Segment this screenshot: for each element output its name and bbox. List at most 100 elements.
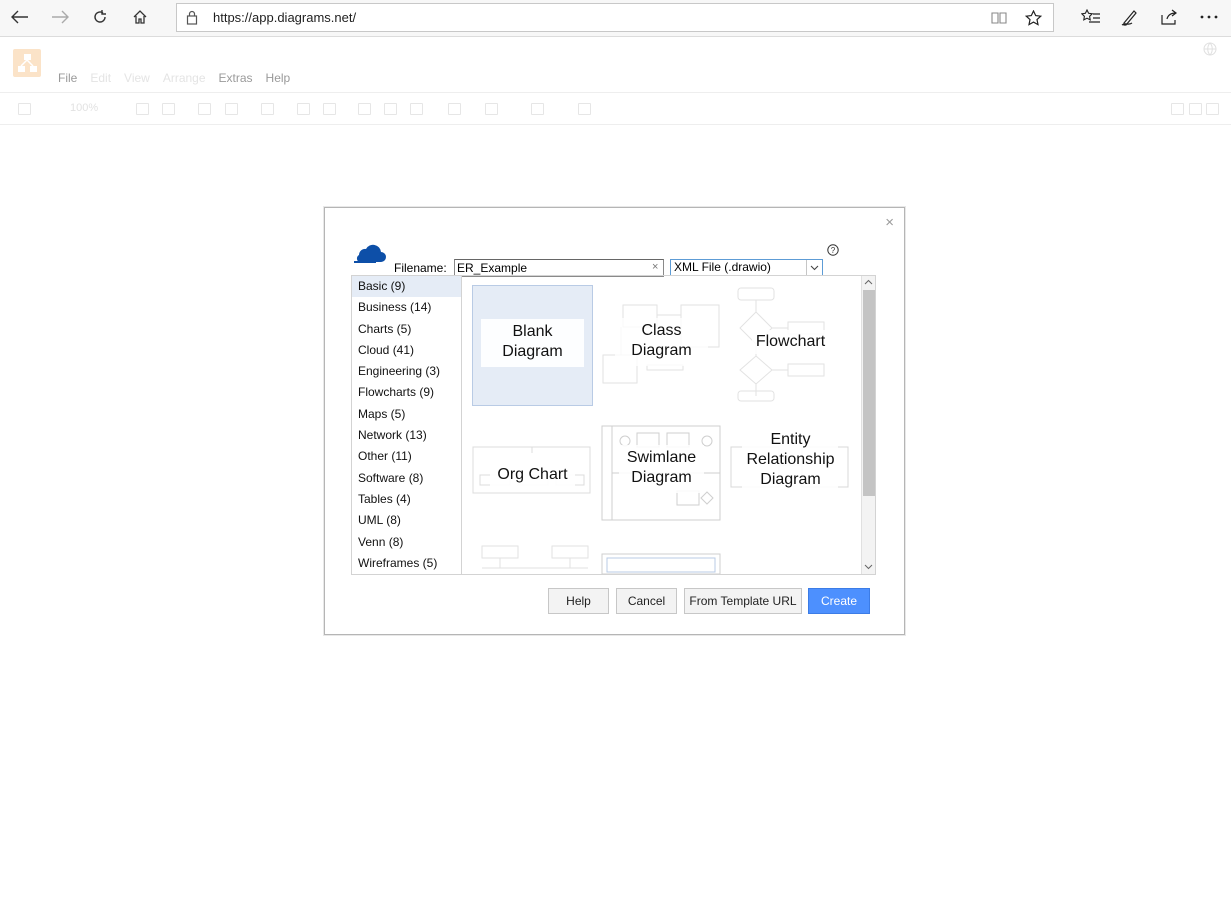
category-maps[interactable]: Maps (5) xyxy=(352,404,461,425)
category-tables[interactable]: Tables (4) xyxy=(352,489,461,510)
pen-icon xyxy=(1121,10,1137,26)
category-other[interactable]: Other (11) xyxy=(352,446,461,467)
template-label: Flowchart xyxy=(755,333,826,350)
category-list: Basic (9) Business (14) Charts (5) Cloud… xyxy=(352,276,462,574)
category-basic[interactable]: Basic (9) xyxy=(352,276,461,298)
share-button[interactable] xyxy=(1156,5,1182,29)
globe-icon[interactable] xyxy=(1203,42,1217,59)
reading-view-icon[interactable] xyxy=(989,9,1009,27)
template-label: Blank Diagram xyxy=(502,323,563,360)
menu-arrange[interactable]: Arrange xyxy=(163,71,206,85)
category-charts[interactable]: Charts (5) xyxy=(352,319,461,340)
redo-icon[interactable] xyxy=(225,103,238,115)
forward-button[interactable] xyxy=(47,5,73,29)
template-thumbnail-row3-a[interactable] xyxy=(472,544,593,574)
create-button[interactable]: Create xyxy=(808,588,870,614)
lock-icon xyxy=(186,10,198,28)
clear-filename-button[interactable]: × xyxy=(652,261,658,273)
template-swimlane-diagram[interactable]: Swimlane Diagram xyxy=(601,415,722,536)
home-button[interactable] xyxy=(127,5,153,29)
address-bar[interactable]: https://app.diagrams.net/ xyxy=(176,3,1054,32)
template-label: Class Diagram xyxy=(631,322,692,359)
forward-arrow-icon xyxy=(52,10,69,24)
template-entity-relationship-diagram[interactable]: Entity Relationship Diagram xyxy=(730,415,851,536)
template-grid: Blank Diagram Class Diagram Flowchart Or… xyxy=(463,276,861,574)
menu-extras[interactable]: Extras xyxy=(219,71,253,85)
insert-icon[interactable] xyxy=(531,103,544,115)
filename-label: Filename: xyxy=(394,261,447,275)
shadow-icon[interactable] xyxy=(410,103,423,115)
panel-toggle-icon[interactable] xyxy=(1189,103,1202,115)
category-engineering[interactable]: Engineering (3) xyxy=(352,361,461,382)
zoom-value[interactable]: 100% xyxy=(70,102,98,114)
template-blank-diagram[interactable]: Blank Diagram xyxy=(472,285,593,406)
template-label: Entity Relationship Diagram xyxy=(746,431,835,488)
share-icon xyxy=(1161,9,1177,25)
category-wireframes[interactable]: Wireframes (5) xyxy=(352,553,461,574)
line-color-icon[interactable] xyxy=(384,103,397,115)
favorites-button[interactable] xyxy=(1078,5,1104,29)
scroll-down-icon[interactable] xyxy=(864,563,873,572)
template-label: Swimlane Diagram xyxy=(626,449,697,486)
template-scrollbar[interactable] xyxy=(861,276,875,574)
category-business[interactable]: Business (14) xyxy=(352,297,461,318)
template-thumbnail-row3-b[interactable] xyxy=(601,544,722,574)
app-header: File Edit View Arrange Extras Help xyxy=(0,38,1231,92)
dialog-close-button[interactable]: × xyxy=(885,214,894,231)
undo-icon[interactable] xyxy=(198,103,211,115)
file-format-value: XML File (.drawio) xyxy=(674,260,771,274)
new-diagram-dialog: × Filename: ER_Example × XML File (.draw… xyxy=(324,207,905,635)
category-software[interactable]: Software (8) xyxy=(352,468,461,489)
connection-icon[interactable] xyxy=(448,103,461,115)
template-class-diagram[interactable]: Class Diagram xyxy=(601,285,722,406)
help-button[interactable]: Help xyxy=(548,588,609,614)
url-text[interactable]: https://app.diagrams.net/ xyxy=(213,10,356,25)
notes-button[interactable] xyxy=(1117,5,1143,29)
favorites-list-icon xyxy=(1081,9,1100,23)
template-org-chart[interactable]: Org Chart xyxy=(472,415,593,536)
cancel-button[interactable]: Cancel xyxy=(616,588,677,614)
onedrive-cloud-icon xyxy=(351,240,387,267)
collapse-icon[interactable] xyxy=(1206,103,1219,115)
menu-file[interactable]: File xyxy=(58,71,77,85)
to-back-icon[interactable] xyxy=(323,103,336,115)
delete-icon[interactable] xyxy=(261,103,274,115)
help-question-mark: ? xyxy=(831,246,836,255)
scroll-up-icon[interactable] xyxy=(864,278,873,287)
category-cloud[interactable]: Cloud (41) xyxy=(352,340,461,361)
menu-bar: File Edit View Arrange Extras Help xyxy=(58,71,303,85)
category-flowcharts[interactable]: Flowcharts (9) xyxy=(352,382,461,403)
zoom-out-icon[interactable] xyxy=(162,103,175,115)
category-uml[interactable]: UML (8) xyxy=(352,510,461,531)
help-question-icon[interactable]: ? xyxy=(827,244,839,259)
back-button[interactable] xyxy=(7,5,33,29)
home-icon xyxy=(133,10,147,24)
fill-color-icon[interactable] xyxy=(358,103,371,115)
favorite-star-icon[interactable] xyxy=(1023,9,1043,27)
waypoints-icon[interactable] xyxy=(485,103,498,115)
thumbnail-icon xyxy=(601,553,721,574)
drawio-logo-icon xyxy=(13,49,41,77)
menu-view[interactable]: View xyxy=(124,71,150,85)
format-panel-icon[interactable] xyxy=(18,103,31,115)
fullscreen-icon[interactable] xyxy=(1171,103,1184,115)
menu-edit[interactable]: Edit xyxy=(90,71,111,85)
chevron-down-icon xyxy=(806,260,822,275)
back-arrow-icon xyxy=(11,10,28,24)
refresh-icon xyxy=(94,10,106,23)
to-front-icon[interactable] xyxy=(297,103,310,115)
menu-help[interactable]: Help xyxy=(266,71,291,85)
category-venn[interactable]: Venn (8) xyxy=(352,532,461,553)
from-template-url-button[interactable]: From Template URL xyxy=(684,588,802,614)
more-button[interactable] xyxy=(1196,5,1222,29)
refresh-button[interactable] xyxy=(87,5,113,29)
table-icon[interactable] xyxy=(578,103,591,115)
thumbnail-icon xyxy=(481,545,589,569)
template-flowchart[interactable]: Flowchart xyxy=(730,285,851,406)
file-format-select[interactable]: XML File (.drawio) xyxy=(670,259,823,276)
browser-toolbar: https://app.diagrams.net/ xyxy=(0,0,1231,37)
template-browser: Basic (9) Business (14) Charts (5) Cloud… xyxy=(351,275,876,575)
category-network[interactable]: Network (13) xyxy=(352,425,461,446)
zoom-in-icon[interactable] xyxy=(136,103,149,115)
scrollbar-thumb[interactable] xyxy=(863,290,875,496)
